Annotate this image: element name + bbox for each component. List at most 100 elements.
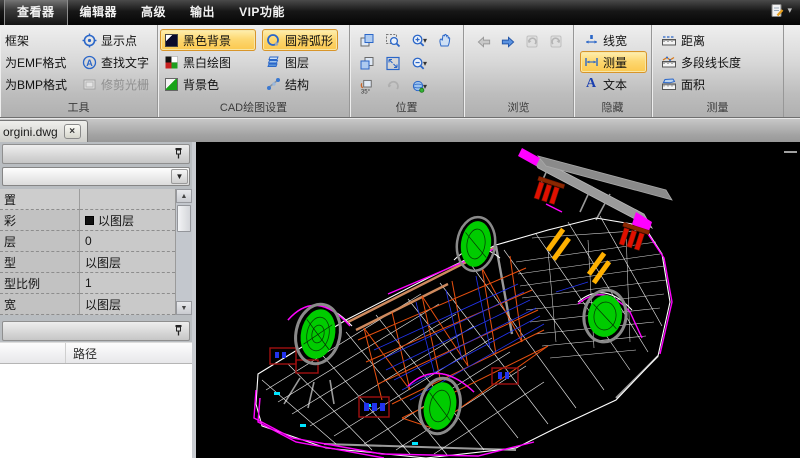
property-row: 型比例 1 xyxy=(0,273,175,294)
smooth-arc-icon xyxy=(265,33,281,48)
files-column-path: 路径 xyxy=(66,345,97,362)
ribbon-group-cad-settings: 黑色背景 黑白绘图 背景色 xyxy=(158,25,350,117)
wireframe-car xyxy=(196,142,800,458)
pin-icon[interactable] xyxy=(174,147,183,162)
ribbon-group-measure: 距离 多段线长度 面积 xyxy=(652,25,784,117)
files-column-blank xyxy=(0,343,66,363)
property-row: 型 以图层 xyxy=(0,252,175,273)
structure-icon xyxy=(265,77,281,92)
chevron-down-icon[interactable]: ▼ xyxy=(171,169,188,184)
drawing-canvas[interactable] xyxy=(196,142,800,458)
display-point-icon xyxy=(81,33,97,48)
smooth-arc-toggle[interactable]: 圆滑弧形 xyxy=(262,29,338,51)
background-color-button[interactable]: 背景色 xyxy=(160,73,256,95)
wheel-rear-near xyxy=(415,374,466,437)
distance-button[interactable]: 距离 xyxy=(658,29,779,51)
area-button[interactable]: 面积 xyxy=(658,73,779,95)
orbit-3d-button[interactable]: ▾ xyxy=(411,79,427,94)
property-row: 层 0 xyxy=(0,231,175,252)
to-emf-button[interactable]: 为EMF格式 xyxy=(2,51,72,73)
measure-toggle[interactable]: 测量 xyxy=(580,51,647,73)
forward-arrow-button[interactable] xyxy=(500,34,516,49)
pin-icon[interactable] xyxy=(174,324,183,339)
back-arrow-button[interactable] xyxy=(476,34,492,49)
menu-bar: 查看器 编辑器 高级 输出 VIP功能 ▾ xyxy=(0,0,800,25)
undo-view-button[interactable] xyxy=(524,34,540,49)
trim-raster-button[interactable]: 修剪光栅 xyxy=(78,73,154,95)
ribbon-group-hide: 线宽 测量 A 文本 隐藏 xyxy=(574,25,652,117)
ribbon-group-position: ▾ xyxy=(350,25,464,117)
black-background-toggle[interactable]: 黑色背景 xyxy=(160,29,256,51)
scroll-up-icon[interactable]: ▲ xyxy=(176,189,192,203)
show-point-button[interactable]: 显示点 xyxy=(78,29,154,51)
ribbon: 框架 为EMF格式 为BMP格式 xyxy=(0,25,800,118)
group-label-browse: 浏览 xyxy=(464,101,573,117)
bw-drawing-icon xyxy=(163,55,179,70)
files-table-header: 路径 xyxy=(0,342,192,364)
to-bmp-button[interactable]: 为BMP格式 xyxy=(2,73,72,95)
chevron-down-icon: ▾ xyxy=(423,36,427,45)
layers-button[interactable]: 图层 xyxy=(262,51,338,73)
redo-view-button[interactable] xyxy=(548,34,564,49)
menu-tab-advanced[interactable]: 高级 xyxy=(129,0,178,25)
polyline-length-button[interactable]: 多段线长度 xyxy=(658,51,779,73)
front-detail-boxes xyxy=(270,348,518,417)
bw-drawing-button[interactable]: 黑白绘图 xyxy=(160,51,256,73)
menu-tab-viewer[interactable]: 查看器 xyxy=(4,0,68,25)
bring-forward-button[interactable] xyxy=(359,33,375,48)
group-label-hide: 隐藏 xyxy=(574,101,651,117)
scroll-down-icon[interactable]: ▼ xyxy=(176,301,192,315)
zoom-window-button[interactable] xyxy=(385,33,401,48)
menu-tab-output[interactable]: 输出 xyxy=(178,0,227,25)
group-label-position: 位置 xyxy=(350,101,463,117)
edit-document-icon xyxy=(769,3,785,18)
measure-icon xyxy=(583,55,599,70)
quick-edit-button[interactable]: ▾ xyxy=(769,3,792,18)
ribbon-group-browse: 浏览 xyxy=(464,25,574,117)
group-label-tools: 工具 xyxy=(0,101,157,117)
scrollbar-vertical[interactable]: ▲ ▼ xyxy=(175,189,192,315)
find-text-icon: A xyxy=(81,55,97,70)
close-icon[interactable]: × xyxy=(64,124,81,139)
zoom-extents-button[interactable] xyxy=(385,56,401,71)
wheels xyxy=(290,215,629,438)
property-row: 彩 以图层 xyxy=(0,210,175,231)
left-panel: ▼ 置 彩 以图层 层 0 型 以图层 xyxy=(0,142,196,458)
selection-combobox[interactable]: ▼ xyxy=(2,167,190,186)
rear-deck-mesh xyxy=(516,230,666,358)
scrollbar-thumb[interactable] xyxy=(177,205,191,232)
rotate-back-button[interactable] xyxy=(385,79,401,94)
frame-button[interactable]: 框架 xyxy=(2,29,72,51)
ribbon-group-tools: 框架 为EMF格式 为BMP格式 xyxy=(0,25,158,117)
line-width-button[interactable]: 线宽 xyxy=(580,29,647,51)
property-row: 宽 以图层 xyxy=(0,294,175,315)
distance-icon xyxy=(661,33,677,48)
find-text-button[interactable]: A 查找文字 xyxy=(78,51,154,73)
background-color-icon xyxy=(163,77,179,92)
layers-icon xyxy=(265,55,281,70)
structure-button[interactable]: 结构 xyxy=(262,73,338,95)
group-label-cad-settings: CAD绘图设置 xyxy=(158,101,349,117)
chevron-down-icon: ▾ xyxy=(423,82,427,91)
text-icon: A xyxy=(583,77,599,92)
svg-text:A: A xyxy=(86,58,93,68)
pan-button[interactable] xyxy=(437,33,453,48)
property-row: 置 xyxy=(0,189,175,210)
zoom-out-button[interactable]: ▾ xyxy=(411,56,427,71)
menu-tab-vip[interactable]: VIP功能 xyxy=(227,0,297,25)
document-tab[interactable]: orgini.dwg × xyxy=(0,120,88,142)
document-tab-title: orgini.dwg xyxy=(3,125,58,139)
group-label-measure: 测量 xyxy=(652,101,783,117)
send-backward-button[interactable] xyxy=(359,56,375,71)
chevron-down-icon: ▾ xyxy=(423,59,427,68)
menu-tab-editor[interactable]: 编辑器 xyxy=(68,0,130,25)
files-list[interactable] xyxy=(0,364,192,458)
rotate-35-button[interactable]: 35° xyxy=(359,79,375,94)
area-icon xyxy=(661,77,677,92)
chevron-down-icon: ▾ xyxy=(787,5,792,16)
zoom-in-button[interactable]: ▾ xyxy=(411,33,427,48)
property-grid: 置 彩 以图层 层 0 型 以图层 型比例 1 xyxy=(0,189,192,315)
properties-panel-titlebar xyxy=(2,144,190,164)
document-tab-strip: orgini.dwg × xyxy=(0,118,800,142)
text-button[interactable]: A 文本 xyxy=(580,73,647,95)
